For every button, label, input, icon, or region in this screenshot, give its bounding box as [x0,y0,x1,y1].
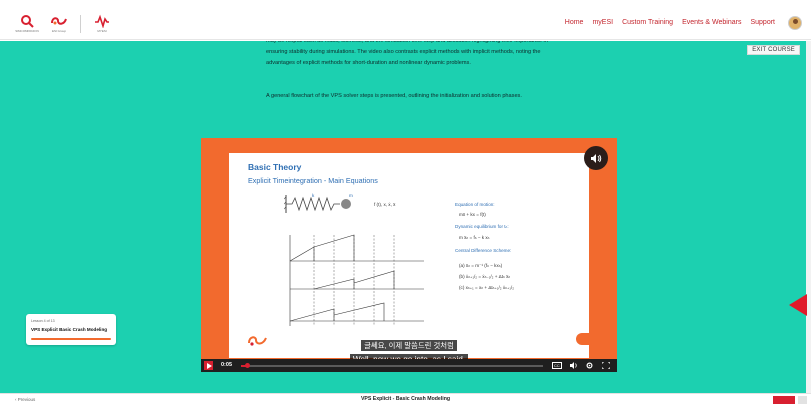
nav-link-myesi[interactable]: myESI [592,19,613,26]
sound-toggle-button[interactable] [584,146,608,170]
lesson-progress-bar [31,338,111,340]
lesson-counter: Lesson 4 of 13 [31,319,55,323]
eq-motion: mẍ + kx = f(t) [459,212,486,217]
user-avatar-icon[interactable] [788,16,802,30]
myesi-logo[interactable]: MYESI [91,14,113,33]
bottom-bar: ‹ Previous VPS Explicit - Basic Crash Mo… [0,393,811,405]
lesson-paragraph-1: may be helpful such as mass, stiffness, … [266,41,548,66]
course-content: EXIT COURSE may be helpful such as mass,… [0,41,806,393]
video-player[interactable]: Basic Theory Explicit Timeintegration - … [201,138,617,372]
nav-link-home[interactable]: Home [565,19,584,26]
next-button[interactable] [773,396,795,404]
nav-link-custom-training[interactable]: Custom Training [622,19,673,26]
bottom-lesson-title: VPS Explicit - Basic Crash Modeling [360,396,451,402]
next-arrow-icon[interactable] [789,294,807,316]
lesson-progress-card[interactable]: Lesson 4 of 13 VPS Explicit Basic Crash … [26,314,116,345]
current-time: 0:05 [221,362,233,368]
slide-subtitle: Explicit Timeintegration - Main Equation… [248,176,378,185]
esi-caption: ESI Group [51,29,66,33]
video-controls: 0:05 CC [201,359,617,372]
lesson-text: may be helpful such as mass, stiffness, … [266,41,566,113]
video-slide: Basic Theory Explicit Timeintegration - … [229,153,589,358]
page: SIMCOMPANION ESI Group MYESI Home myESI … [0,0,811,405]
eq-heading-central-difference: Central Difference Scheme: [455,248,512,253]
logo-divider [80,15,81,33]
eq-b: (b) ẋₙ₊₁/₂ = ẋₙ₋₁/₂ + Δtₙ ẍₙ [459,274,511,279]
top-nav: SIMCOMPANION ESI Group MYESI Home myESI … [0,10,811,40]
volume-icon[interactable] [570,362,578,369]
lesson-paragraph-2: A general flowchart of the VPS solver st… [266,93,522,99]
eq-heading-equilibrium: Dynamic equilibrium for tₙ: [455,224,509,229]
eq-equilibrium: m ẍₙ = fₙ − k xₙ [459,235,490,240]
play-button[interactable] [204,361,213,370]
nav-links: Home myESI Custom Training Events & Webi… [565,19,775,26]
fullscreen-icon[interactable] [602,362,610,369]
esi-logo[interactable]: ESI Group [48,14,70,33]
menu-toggle-button[interactable] [798,396,807,404]
vertical-scrollbar[interactable] [806,41,811,393]
slide-title: Basic Theory [248,162,302,172]
simcompanion-logo-icon [21,15,34,28]
eq-c: (c) xₙ₊₁ = xₙ + Δtₙ₊₁/₂ ẋₙ₊₁/₂ [459,285,514,290]
eq-heading-motion: Equation of motion: [455,202,495,207]
simcompanion-caption: SIMCOMPANION [15,29,39,33]
spring-label-k: k [312,193,315,198]
play-icon [206,362,212,369]
myesi-logo-icon [95,14,109,28]
logo-group: SIMCOMPANION ESI Group MYESI [15,14,113,33]
mass-label-m: m [349,193,353,198]
eq-a: (a) ẍₙ = m⁻¹ (fₙ − kxₙ) [459,263,503,268]
myesi-caption: MYESI [97,29,107,33]
force-label: f (t), x, ẋ, ẍ [374,202,396,207]
nav-link-support[interactable]: Support [750,19,775,26]
exit-course-button[interactable]: EXIT COURSE [747,45,800,55]
captions-button[interactable]: CC [552,362,562,369]
settings-gear-icon[interactable] [586,362,593,369]
nav-link-events-webinars[interactable]: Events & Webinars [682,19,741,26]
spring-mass-diagram [284,195,351,213]
esi-logo-icon [51,17,67,25]
video-progress-track[interactable] [241,365,543,367]
speaker-icon [590,153,601,163]
simcompanion-logo[interactable]: SIMCOMPANION [15,14,39,33]
time-integration-plot [289,234,424,326]
lesson-title: VPS Explicit Basic Crash Modeling [31,327,108,332]
video-progress-handle[interactable] [245,363,251,368]
